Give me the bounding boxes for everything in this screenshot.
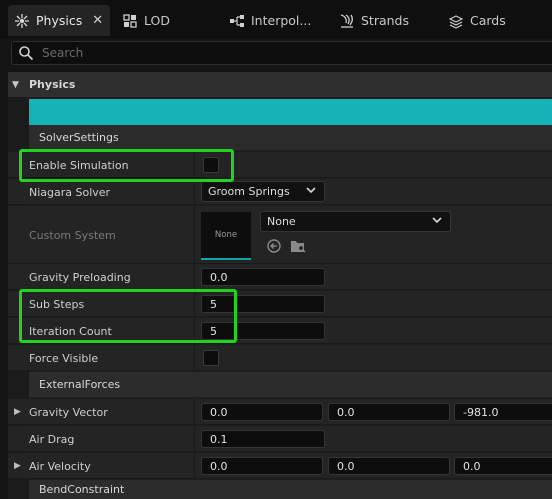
section-label: SolverSettings <box>39 131 119 144</box>
physics-icon <box>14 13 30 29</box>
force-visible-checkbox[interactable] <box>203 350 219 366</box>
accent-bar <box>29 99 552 125</box>
gravity-preloading-input[interactable]: 0.0 <box>201 268 325 286</box>
chevron-down-icon <box>432 215 442 228</box>
air-drag-input[interactable]: 0.1 <box>201 430 325 448</box>
air-drag-label: Air Drag <box>29 432 75 446</box>
niagara-solver-dropdown[interactable]: Groom Springs <box>201 181 325 202</box>
tab-physics-label: Physics <box>36 13 83 28</box>
niagara-solver-value: Groom Springs <box>208 185 290 198</box>
row-force-visible: Force Visible <box>8 345 552 371</box>
search-icon <box>18 45 34 61</box>
row-niagara-solver: Niagara Solver Groom Springs <box>8 179 552 205</box>
section-solver-settings[interactable]: SolverSettings <box>29 125 552 150</box>
tab-interpolation-label: Interpol... <box>251 13 312 28</box>
left-rail <box>0 39 8 499</box>
tab-interpolation[interactable]: Interpol... <box>229 6 311 35</box>
use-selected-asset-icon[interactable] <box>266 238 282 257</box>
force-visible-label: Force Visible <box>29 351 99 365</box>
search-bar[interactable] <box>11 41 552 65</box>
row-gravity-preloading: Gravity Preloading 0.0 <box>8 264 552 290</box>
interpolation-icon <box>229 13 245 29</box>
tab-cards-label: Cards <box>470 13 506 28</box>
gravity-vector-label: Gravity Vector <box>29 405 108 419</box>
category-physics-header[interactable]: ▼ Physics <box>8 72 552 97</box>
air-velocity-label: Air Velocity <box>29 459 91 473</box>
gravity-vector-z-input[interactable]: -981.0 <box>454 403 552 421</box>
tab-lod[interactable]: LOD <box>122 6 170 35</box>
custom-system-dropdown[interactable]: None <box>260 211 451 232</box>
section-external-forces[interactable]: ExternalForces <box>29 372 552 397</box>
niagara-solver-label: Niagara Solver <box>29 185 111 199</box>
collapse-arrow-icon[interactable]: ▼ <box>12 80 24 90</box>
row-gravity-vector: ▶ Gravity Vector 0.0 0.0 -981.0 <box>8 399 552 425</box>
search-input[interactable] <box>42 46 522 60</box>
air-velocity-y-input[interactable]: 0.0 <box>328 457 450 475</box>
close-tab-icon[interactable]: ✕ <box>92 13 103 28</box>
tab-cards[interactable]: Cards <box>448 6 506 35</box>
gravity-vector-y-input[interactable]: 0.0 <box>328 403 450 421</box>
air-velocity-x-input[interactable]: 0.0 <box>201 457 323 475</box>
row-air-velocity: ▶ Air Velocity 0.0 0.0 0.0 <box>8 453 552 479</box>
row-custom-system: Custom System None <box>8 206 552 264</box>
tab-strands[interactable]: Strands <box>339 6 409 35</box>
highlight-sub-steps-iterations <box>19 289 237 343</box>
row-air-drag: Air Drag 0.1 <box>8 426 552 452</box>
section-bend-constraint[interactable]: BendConstraint <box>29 480 552 499</box>
section-label: ExternalForces <box>39 378 121 391</box>
browse-asset-icon[interactable] <box>290 238 306 257</box>
custom-system-thumbnail[interactable]: None <box>201 212 251 260</box>
section-label: BendConstraint <box>39 483 125 496</box>
custom-system-value: None <box>267 215 296 228</box>
lod-icon <box>122 13 138 29</box>
gravity-vector-x-input[interactable]: 0.0 <box>201 403 323 421</box>
expand-arrow-icon[interactable]: ▶ <box>14 407 21 417</box>
air-velocity-z-input[interactable]: 0.0 <box>454 457 552 475</box>
custom-system-label: Custom System <box>29 228 116 242</box>
category-label: Physics <box>29 78 76 91</box>
gravity-preloading-label: Gravity Preloading <box>29 270 131 284</box>
tab-physics[interactable]: Physics ✕ <box>8 5 110 36</box>
tab-lod-label: LOD <box>144 13 170 28</box>
highlight-enable-simulation <box>19 149 234 182</box>
tab-bar: Physics ✕ LOD Interpol... Strands Cards <box>0 0 552 39</box>
chevron-down-icon <box>306 185 316 198</box>
cards-icon <box>448 13 464 29</box>
tab-strands-label: Strands <box>361 13 410 28</box>
strands-icon <box>339 13 355 29</box>
expand-arrow-icon[interactable]: ▶ <box>14 461 21 471</box>
